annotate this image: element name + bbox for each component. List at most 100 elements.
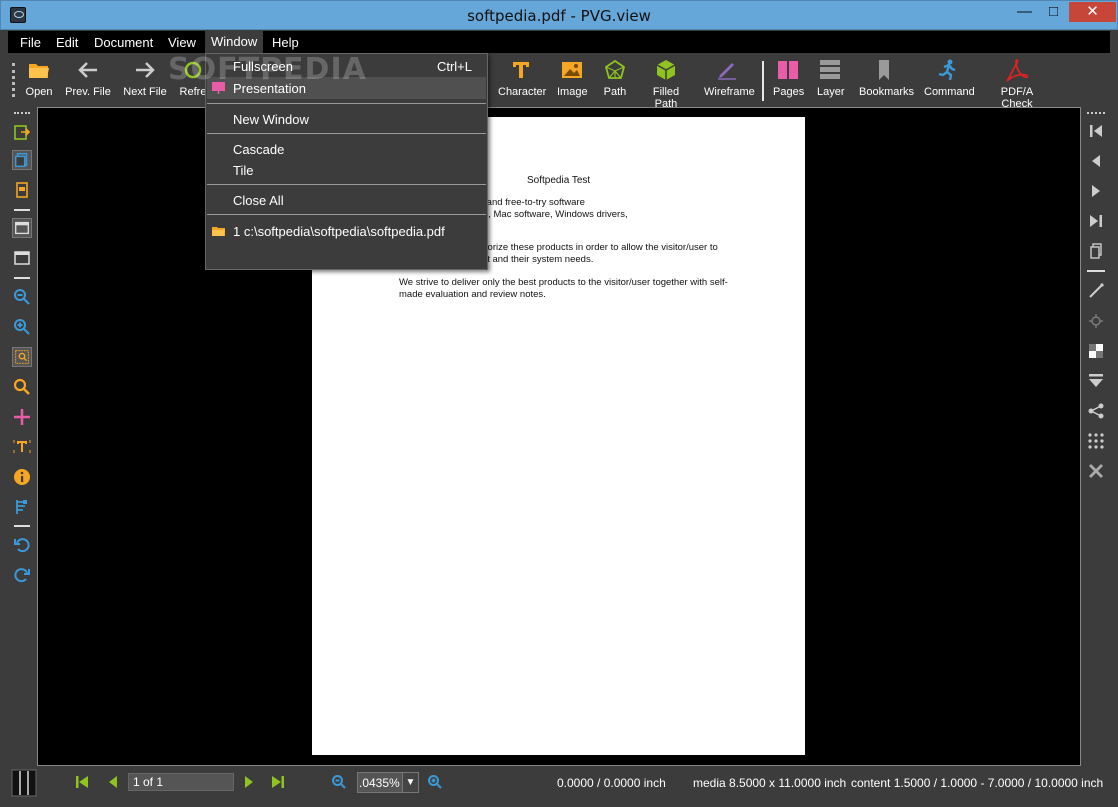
command-button[interactable]: Command	[924, 58, 975, 98]
fullscreen-shortcut: Ctrl+L	[436, 59, 472, 74]
path-button[interactable]: Path	[602, 58, 628, 98]
image-label: Image	[557, 86, 588, 98]
filled-path-button[interactable]: Filled Path	[642, 58, 690, 110]
refresh-icon	[184, 61, 202, 79]
menu-bar: File Edit Document View Window Help	[8, 31, 1110, 53]
image-icon	[562, 62, 582, 78]
menu-edit[interactable]: Edit	[56, 35, 78, 50]
left-toolbar-grip	[14, 112, 30, 115]
menu-separator	[207, 214, 486, 215]
minimize-button[interactable]: —	[1011, 2, 1038, 22]
first-page-nav-icon[interactable]	[74, 774, 90, 790]
previous-page-icon[interactable]	[1086, 151, 1106, 171]
pencil-icon	[718, 63, 736, 80]
next-file-button[interactable]: Next File	[123, 58, 167, 98]
next-page-icon[interactable]	[1086, 181, 1106, 201]
menu-fullscreen[interactable]: Fullscreen Ctrl+L	[207, 55, 486, 77]
undo-icon[interactable]	[12, 535, 32, 555]
menu-separator	[207, 103, 486, 104]
arrow-right-icon	[136, 62, 155, 78]
bookmarks-button[interactable]: Bookmarks	[859, 58, 914, 98]
bookmarks-label: Bookmarks	[859, 86, 915, 98]
info-icon[interactable]	[12, 467, 32, 487]
menu-view[interactable]: View	[168, 35, 196, 50]
zoom-in-icon[interactable]	[12, 317, 32, 337]
filled-cube-icon	[656, 60, 676, 80]
first-page-icon[interactable]	[1086, 121, 1106, 141]
share-icon[interactable]	[1086, 401, 1106, 421]
crosshair-icon[interactable]	[12, 407, 32, 427]
menu-cascade[interactable]: Cascade	[207, 138, 486, 160]
menu-presentation[interactable]: Presentation	[207, 77, 486, 99]
next-page-nav-icon[interactable]	[241, 774, 257, 790]
image-button[interactable]: Image	[557, 58, 588, 98]
close-x-icon[interactable]	[1086, 461, 1106, 481]
copy-pages-icon[interactable]	[12, 150, 32, 170]
single-page-icon[interactable]	[12, 180, 32, 200]
maximize-button[interactable]: □	[1040, 2, 1067, 22]
text-t-icon	[513, 62, 529, 78]
toolbar-grip[interactable]	[12, 63, 15, 97]
menu-help[interactable]: Help	[272, 35, 299, 50]
dropdown-arrow-icon[interactable]	[1086, 371, 1106, 391]
layer-button[interactable]: Layer	[817, 58, 845, 98]
zoom-select[interactable]: .0435% ▼	[357, 772, 419, 793]
media-size: media 8.5000 x 11.0000 inch	[693, 776, 847, 790]
close-button[interactable]: ✕	[1069, 2, 1116, 22]
content-box: content 1.5000 / 1.0000 - 7.0000 / 10.00…	[851, 776, 1104, 790]
page-number-field[interactable]: 1 of 1	[128, 773, 234, 791]
refresh-button[interactable]: Refre	[178, 58, 208, 98]
text-select-icon[interactable]	[12, 437, 32, 457]
pages-button[interactable]: Pages	[773, 58, 804, 98]
search-icon[interactable]	[12, 377, 32, 397]
pdfa-check-button[interactable]: PDF/A Check	[986, 58, 1048, 110]
zoom-in-status-icon[interactable]	[427, 774, 443, 790]
pages-icon	[778, 61, 798, 79]
panel-toggle-icon[interactable]	[11, 769, 37, 797]
fit-window-icon[interactable]	[12, 218, 32, 238]
open-button[interactable]: Open	[22, 58, 56, 98]
chevron-down-icon[interactable]: ▼	[402, 773, 418, 792]
layer-label: Layer	[817, 86, 845, 98]
prev-file-button[interactable]: Prev. File	[64, 58, 112, 98]
menu-separator	[207, 184, 486, 185]
properties-icon[interactable]	[12, 497, 32, 517]
title-bar: softpedia.pdf - PVG.view — □ ✕	[0, 0, 1118, 30]
wireframe-button[interactable]: Wireframe	[704, 58, 755, 98]
tile-label: Tile	[233, 163, 254, 178]
menu-new-window[interactable]: New Window	[207, 108, 486, 130]
document-pages-icon[interactable]	[1086, 241, 1106, 261]
export-icon[interactable]	[12, 122, 32, 142]
previous-page-nav-icon[interactable]	[105, 774, 121, 790]
zoom-area-icon[interactable]	[12, 347, 32, 367]
document-paragraph-3: We strive to deliver only the best produ…	[399, 277, 728, 300]
menu-tile[interactable]: Tile	[207, 159, 486, 181]
zoom-out-status-icon[interactable]	[331, 774, 347, 790]
zoom-out-icon[interactable]	[12, 287, 32, 307]
character-label: Character	[498, 86, 547, 98]
left-separator	[14, 209, 30, 211]
redo-icon[interactable]	[12, 565, 32, 585]
toolbar-separator	[762, 61, 764, 101]
folder-icon	[29, 64, 49, 78]
path-icon	[604, 59, 626, 79]
grid-dots-icon[interactable]	[1086, 431, 1106, 451]
target-icon[interactable]	[1086, 311, 1106, 331]
path-label: Path	[603, 86, 627, 98]
menu-recent-file[interactable]: 1 c:\softpedia\softpedia\softpedia.pdf	[207, 220, 486, 242]
menu-separator	[207, 133, 486, 134]
menu-window[interactable]: Window	[205, 31, 264, 53]
checker-icon[interactable]	[1086, 341, 1106, 361]
last-page-nav-icon[interactable]	[270, 774, 286, 790]
character-button[interactable]: Character	[498, 58, 547, 98]
menu-file[interactable]: File	[20, 35, 41, 50]
menu-document[interactable]: Document	[94, 35, 153, 50]
fit-width-icon[interactable]	[12, 248, 32, 268]
menu-close-all[interactable]: Close All	[207, 189, 486, 211]
recent-file-label: 1 c:\softpedia\softpedia\softpedia.pdf	[233, 224, 445, 239]
line-tool-icon[interactable]	[1086, 281, 1106, 301]
folder-icon	[212, 227, 225, 236]
document-title: Softpedia Test	[527, 175, 591, 186]
zoom-value: .0435%	[359, 776, 400, 790]
last-page-icon[interactable]	[1086, 211, 1106, 231]
